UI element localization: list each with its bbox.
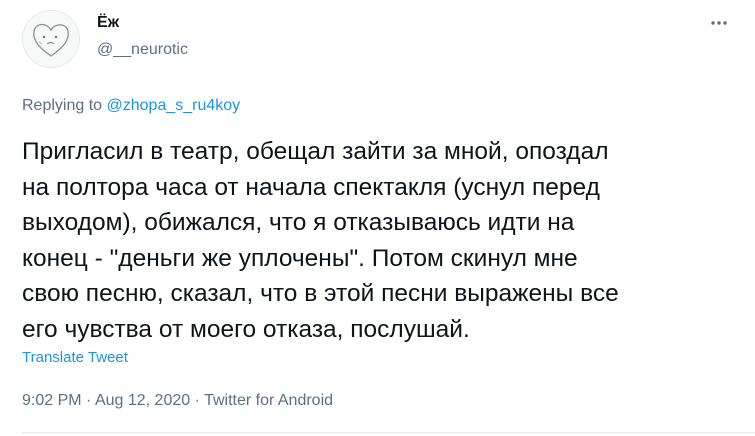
tweet-text: Пригласил в театр, обещал зайти за мной,… xyxy=(22,138,619,343)
reply-mention-link[interactable]: @zhopa_s_ru4koy xyxy=(107,97,241,114)
meta-separator: · xyxy=(190,392,205,409)
replying-to-line: Replying to @zhopa_s_ru4koy xyxy=(22,97,240,115)
tweet-source[interactable]: Twitter for Android xyxy=(204,392,333,409)
tweet-time[interactable]: 9:02 PM xyxy=(22,392,82,409)
avatar[interactable] xyxy=(22,10,80,68)
tweet-metadata: 9:02 PM · Aug 12, 2020 · Twitter for And… xyxy=(22,392,333,410)
more-horizontal-icon[interactable] xyxy=(704,12,734,34)
display-name[interactable]: Ёж xyxy=(97,14,119,32)
doodle-heart-avatar-icon xyxy=(23,11,79,67)
replying-to-label: Replying to xyxy=(22,97,107,114)
meta-separator: · xyxy=(81,392,95,409)
divider xyxy=(22,432,755,433)
user-handle[interactable]: @__neurotic xyxy=(97,41,188,59)
translate-tweet-link[interactable]: Translate Tweet xyxy=(22,349,128,366)
tweet-date[interactable]: Aug 12, 2020 xyxy=(95,392,190,409)
